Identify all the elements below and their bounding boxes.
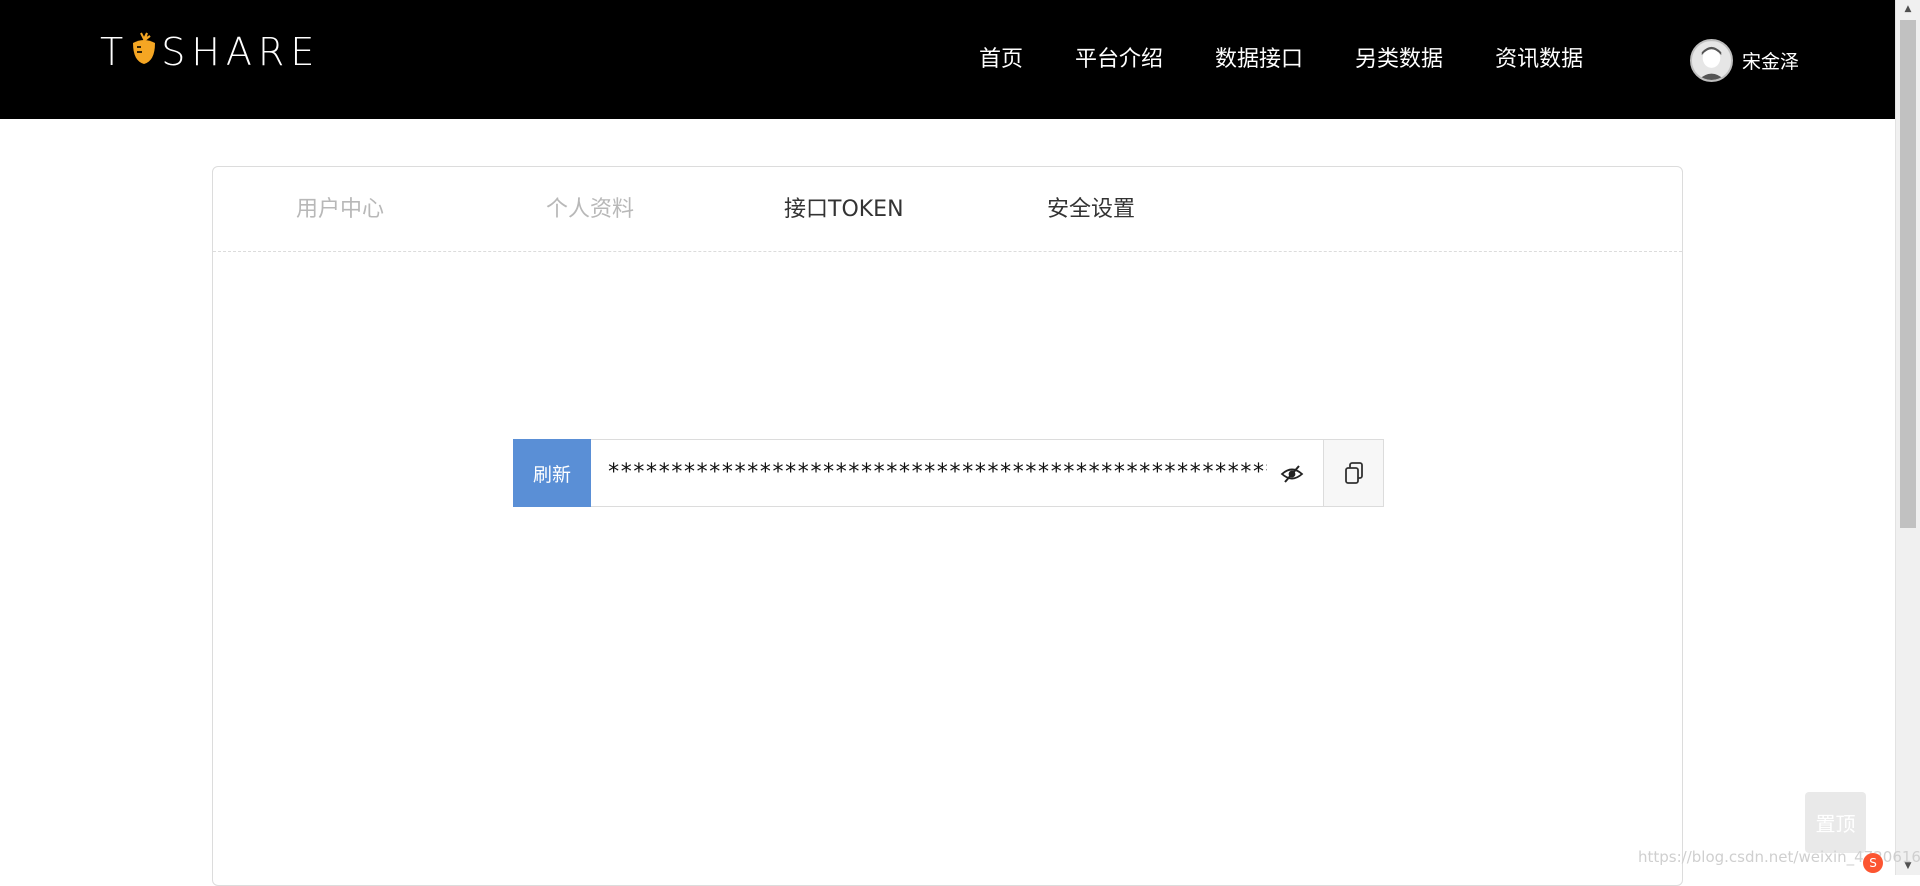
user-center-card: 用户中心 个人资料 接口TOKEN 安全设置 刷新 **************… xyxy=(212,166,1683,886)
nav-news-data[interactable]: 资讯数据 xyxy=(1495,42,1583,78)
scroll-thumb[interactable] xyxy=(1900,20,1916,528)
csdn-logo-icon: S xyxy=(1863,853,1883,873)
main-nav: 首页 平台介绍 数据接口 另类数据 资讯数据 xyxy=(979,42,1635,78)
avatar[interactable] xyxy=(1690,39,1733,82)
token-input[interactable]: ****************************************… xyxy=(607,453,1267,493)
eye-slash-icon[interactable] xyxy=(1279,461,1305,487)
svg-text:S: S xyxy=(1869,856,1877,870)
back-to-top-button[interactable]: 置顶 xyxy=(1805,792,1866,853)
nav-data-api[interactable]: 数据接口 xyxy=(1215,42,1303,78)
scroll-up-icon[interactable]: ▲ xyxy=(1896,0,1920,18)
carrot-icon xyxy=(131,30,157,74)
tab-profile[interactable]: 个人资料 xyxy=(546,195,634,225)
user-menu[interactable]: 宋金泽 xyxy=(1690,39,1799,82)
token-row: 刷新 *************************************… xyxy=(513,439,1384,507)
user-name[interactable]: 宋金泽 xyxy=(1742,47,1799,74)
copy-icon xyxy=(1344,462,1363,484)
top-navbar: T SHARE 首页 平台介绍 数据接口 另类数据 资讯数据 宋金泽 xyxy=(0,0,1895,119)
logo-text-share: SHARE xyxy=(161,30,321,74)
token-field: ****************************************… xyxy=(591,440,1324,506)
page-scrollbar[interactable]: ▲ ▼ xyxy=(1895,0,1920,875)
tushare-logo[interactable]: T SHARE xyxy=(100,30,320,74)
nav-alternative-data[interactable]: 另类数据 xyxy=(1355,42,1443,78)
logo-text-t: T xyxy=(100,30,130,74)
nav-platform-intro[interactable]: 平台介绍 xyxy=(1075,42,1163,78)
nav-home[interactable]: 首页 xyxy=(979,42,1023,78)
tab-user-center[interactable]: 用户中心 xyxy=(296,195,384,225)
tab-security-settings[interactable]: 安全设置 xyxy=(1047,195,1135,225)
refresh-token-button[interactable]: 刷新 xyxy=(513,439,591,507)
user-center-tabs: 用户中心 个人资料 接口TOKEN 安全设置 xyxy=(213,167,1682,252)
tab-api-token[interactable]: 接口TOKEN xyxy=(784,195,904,225)
copy-token-button[interactable] xyxy=(1324,440,1383,506)
user-avatar-icon xyxy=(1692,41,1731,80)
